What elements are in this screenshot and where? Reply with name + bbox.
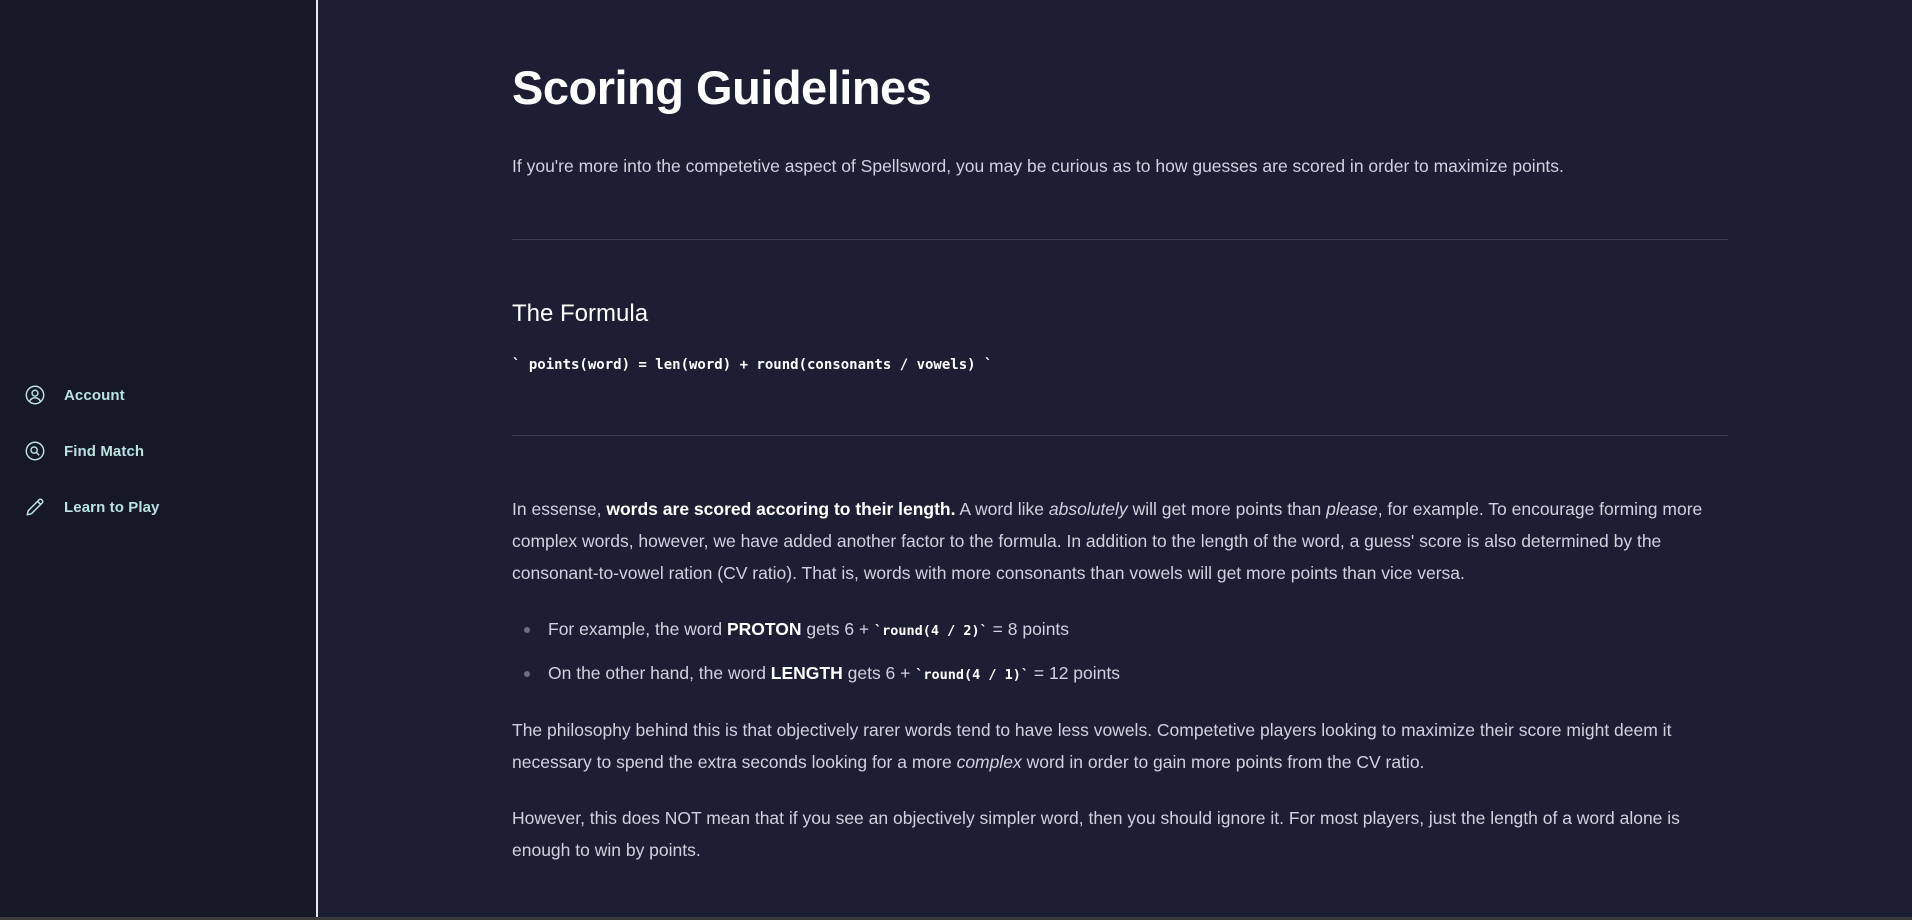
list-item: On the other hand, the word LENGTH gets … <box>512 659 1728 687</box>
page-title: Scoring Guidelines <box>512 61 932 114</box>
inline-code: `round(4 / 1)` <box>915 667 1030 683</box>
text: gets 6 + <box>801 619 874 639</box>
example-word: PROTON <box>726 619 802 639</box>
sidebar-item-find-match[interactable]: Find Match <box>24 440 160 462</box>
text: A word like <box>955 499 1049 519</box>
note-paragraph: However, this does NOT mean that if you … <box>512 808 1680 860</box>
formula-code: ` points(word) = len(word) + round(conso… <box>512 357 993 373</box>
explanation-paragraph: In essense, words are scored accoring to… <box>512 493 1728 589</box>
divider <box>512 435 1728 436</box>
sidebar-item-label: Account <box>64 386 125 404</box>
main-content: Scoring Guidelines If you're more into t… <box>318 0 1912 920</box>
text: will get more points than <box>1127 499 1327 519</box>
sidebar-item-account[interactable]: Account <box>24 384 160 406</box>
text: gets 6 + <box>842 663 916 683</box>
italic-text: complex <box>956 752 1022 772</box>
text: = 12 points <box>1029 663 1121 683</box>
intro-paragraph: If you're more into the competetive aspe… <box>512 156 1564 176</box>
text: In essense, <box>512 499 607 519</box>
pencil-icon <box>24 496 46 518</box>
search-circle-icon <box>24 440 46 462</box>
emphasis-text: words are scored accoring to their lengt… <box>606 499 956 519</box>
examples-list: For example, the word PROTON gets 6 + `r… <box>512 615 1728 703</box>
sidebar: Account Find Match Learn to Play <box>0 0 318 920</box>
sidebar-item-label: Learn to Play <box>64 498 160 516</box>
divider <box>512 239 1728 240</box>
text: On the other hand, the word <box>548 663 771 683</box>
text: For example, the word <box>548 619 727 639</box>
text: word in order to gain more points from t… <box>1021 752 1425 772</box>
inline-code: `round(4 / 2)` <box>874 623 988 639</box>
philosophy-paragraph: The philosophy behind this is that objec… <box>512 714 1728 778</box>
list-item: For example, the word PROTON gets 6 + `r… <box>512 615 1728 643</box>
section-title: The Formula <box>512 300 649 327</box>
italic-text: absolutely <box>1048 499 1128 519</box>
example-word: LENGTH <box>770 663 843 683</box>
sidebar-item-label: Find Match <box>64 442 145 460</box>
sidebar-nav: Account Find Match Learn to Play <box>24 384 160 518</box>
text: = 8 points <box>987 619 1070 639</box>
sidebar-item-learn-to-play[interactable]: Learn to Play <box>24 496 160 518</box>
app-window: Account Find Match Learn to Play Scoring… <box>0 0 1912 920</box>
italic-text: please <box>1326 499 1378 519</box>
user-circle-icon <box>24 384 46 406</box>
